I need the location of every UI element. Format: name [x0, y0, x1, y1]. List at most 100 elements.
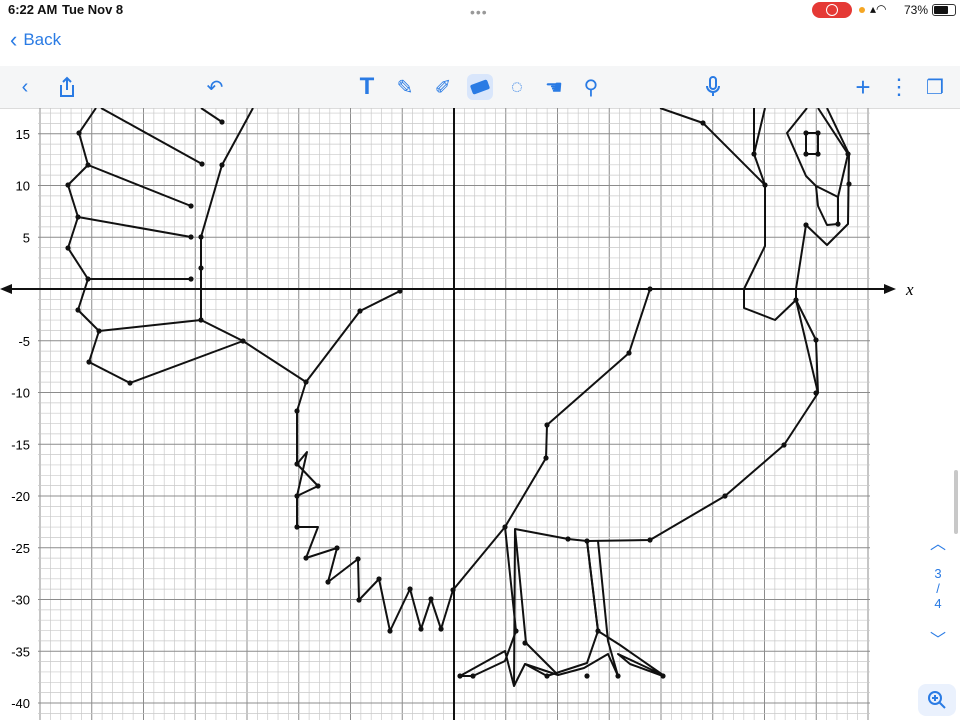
plotted-point	[815, 151, 821, 157]
plotted-point	[198, 234, 204, 240]
plotted-point	[188, 276, 194, 282]
drawn-stroke	[100, 108, 203, 165]
plotted-point	[660, 673, 666, 679]
plotted-point	[188, 234, 194, 240]
coordinate-grid-drawing[interactable]: x 15 10 5 -5 -10 -15 -20 -25 -30 -35 -40	[0, 108, 960, 720]
plotted-point	[815, 130, 821, 136]
plotted-point	[303, 555, 309, 561]
share-icon[interactable]	[54, 74, 80, 100]
battery-percent: 73%	[904, 3, 929, 17]
back-button[interactable]: ‹ Back	[10, 27, 61, 52]
clock: 6:22 AM	[8, 2, 58, 17]
plotted-point	[700, 120, 706, 126]
drawn-stroke	[98, 319, 202, 332]
pages-icon[interactable]: ❐	[922, 74, 948, 100]
sidebar-toggle-chevron-icon[interactable]: ‹	[12, 74, 38, 100]
screen-record-indicator-icon[interactable]	[812, 2, 852, 18]
plotted-point	[438, 626, 444, 632]
y-tick-label: 10	[16, 179, 30, 194]
plotted-point	[199, 161, 205, 167]
x-axis-arrow-icon	[884, 284, 896, 294]
plotted-point	[835, 221, 841, 227]
plotted-point	[315, 483, 321, 489]
plotted-point	[219, 162, 225, 168]
y-tick-label: 15	[16, 127, 30, 142]
drawn-stroke	[200, 108, 223, 123]
plotted-point	[303, 379, 309, 385]
scroll-thumb[interactable]	[954, 470, 958, 534]
y-tick-label: -20	[11, 489, 30, 504]
plotted-point	[647, 286, 653, 292]
more-icon[interactable]: ⋮	[886, 74, 912, 100]
y-tick-label: -40	[11, 696, 30, 711]
hand-icon[interactable]: ☚	[541, 74, 567, 100]
total-pages: 4	[934, 596, 942, 611]
plotted-point	[615, 673, 621, 679]
plotted-point	[762, 182, 768, 188]
plotted-point	[76, 130, 82, 136]
zoom-button[interactable]	[918, 684, 956, 716]
microphone-icon[interactable]	[700, 74, 726, 100]
page-navigator: ︿ 3 / 4 ﹀	[918, 530, 958, 650]
y-tick-label: -5	[18, 334, 30, 349]
plotted-point	[188, 203, 194, 209]
pen-icon[interactable]: ✎	[392, 74, 418, 100]
navigation-bar: ‹ Back	[0, 22, 960, 64]
plotted-point	[96, 328, 102, 334]
plotted-point	[65, 182, 71, 188]
plotted-point	[85, 276, 91, 282]
plotted-point	[846, 181, 852, 187]
battery-icon	[932, 4, 956, 16]
plotted-point	[595, 628, 601, 634]
drawn-stroke	[67, 108, 254, 384]
plotted-point	[428, 596, 434, 602]
plotted-point	[418, 626, 424, 632]
plotted-point	[198, 265, 204, 271]
plotted-point	[294, 493, 300, 499]
lasso-icon[interactable]: ◌	[504, 74, 530, 100]
plotted-point	[357, 308, 363, 314]
zoom-in-icon	[928, 691, 946, 709]
plotted-point	[75, 214, 81, 220]
plotted-point	[803, 151, 809, 157]
plotted-point	[751, 151, 757, 157]
plotted-point	[356, 597, 362, 603]
plotted-point	[803, 222, 809, 228]
text-tool-icon[interactable]: T	[354, 73, 380, 100]
plotted-point	[294, 524, 300, 530]
drawn-stroke	[753, 108, 766, 155]
plotted-point	[407, 586, 413, 592]
note-canvas[interactable]: x 15 10 5 -5 -10 -15 -20 -25 -30 -35 -40	[0, 108, 960, 720]
plotted-point	[387, 628, 393, 634]
plotted-point	[803, 130, 809, 136]
plotted-point	[544, 673, 550, 679]
plotted-point	[86, 359, 92, 365]
add-icon[interactable]: +	[850, 72, 876, 102]
plotted-point	[198, 317, 204, 323]
highlighter-icon[interactable]: ✐	[430, 74, 456, 100]
plotted-point	[457, 673, 463, 679]
drawn-stroke	[513, 528, 516, 687]
y-tick-label: 5	[23, 230, 30, 245]
plotted-point	[325, 579, 331, 585]
date: Tue Nov 8	[62, 2, 124, 17]
plotted-point	[294, 461, 300, 467]
multitask-dots-icon[interactable]: •••	[470, 4, 488, 20]
plotted-point	[127, 380, 133, 386]
plotted-point	[793, 297, 799, 303]
plotted-point	[647, 537, 653, 543]
plotted-point	[543, 455, 549, 461]
stamp-icon[interactable]: ⚲	[578, 74, 604, 100]
eraser-icon[interactable]	[467, 74, 493, 100]
y-tick-label: -15	[11, 437, 30, 452]
plotted-point	[294, 408, 300, 414]
y-tick-label: -10	[11, 386, 30, 401]
plotted-point	[813, 390, 819, 396]
chevron-left-icon: ‹	[10, 27, 18, 52]
plotted-point	[522, 640, 528, 646]
plotted-point	[544, 422, 550, 428]
undo-icon[interactable]: ↶	[202, 74, 228, 100]
plotted-point	[584, 673, 590, 679]
page-down-chevron-icon[interactable]: ﹀	[930, 626, 946, 650]
page-up-chevron-icon[interactable]: ︿	[930, 530, 946, 554]
